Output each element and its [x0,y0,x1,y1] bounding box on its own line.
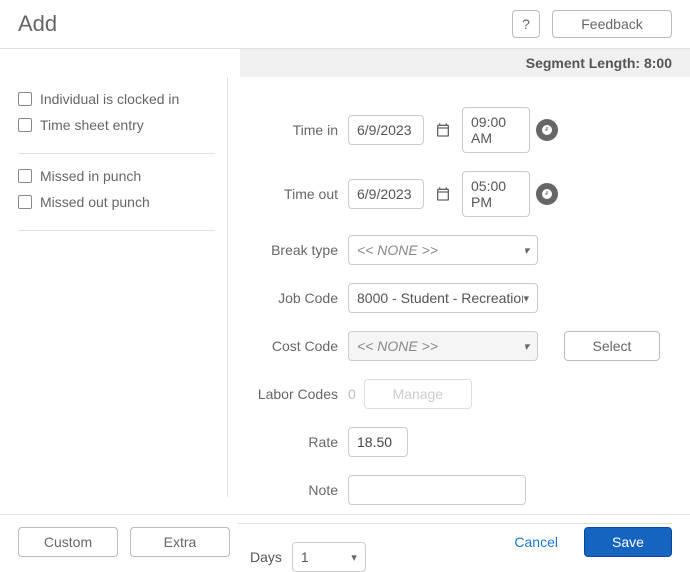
label-break-type: Break type [238,242,338,258]
clock-icon[interactable] [536,119,558,141]
checkbox-label: Missed in punch [40,168,141,184]
checkbox-label: Individual is clocked in [40,91,179,107]
cancel-link[interactable]: Cancel [514,534,558,550]
checkbox-label: Time sheet entry [40,117,144,133]
label-rate: Rate [238,434,338,450]
checkbox-row-timesheet[interactable]: Time sheet entry [18,117,215,133]
time-out-date-input[interactable]: 6/9/2023 [348,179,424,209]
feedback-button[interactable]: Feedback [552,10,672,38]
checkbox-row-missed-out[interactable]: Missed out punch [18,194,215,210]
cost-code-select[interactable]: << NONE >> ▾ [348,331,538,361]
checkbox-group-2: Missed in punch Missed out punch [18,168,215,231]
break-type-value: << NONE >> [357,242,438,258]
label-time-out: Time out [238,186,338,202]
segment-length-value: 8:00 [644,55,672,71]
chevron-down-icon: ▾ [523,244,529,257]
label-cost-code: Cost Code [238,338,338,354]
row-break-type: Break type << NONE >> ▾ [238,235,672,265]
cost-code-select-button[interactable]: Select [564,331,660,361]
checkbox-icon[interactable] [18,195,32,209]
header-bar: Add ? Feedback [0,0,690,49]
save-button[interactable]: Save [584,527,672,557]
time-out-time-input[interactable]: 05:00 PM [462,171,530,217]
break-type-select[interactable]: << NONE >> ▾ [348,235,538,265]
extra-button[interactable]: Extra [130,527,230,557]
manage-labor-codes-button[interactable]: Manage [364,379,472,409]
page-title: Add [18,11,57,37]
segment-length-bar: Segment Length: 8:00 [240,49,690,77]
row-note: Note [238,475,672,505]
checkbox-row-clocked-in[interactable]: Individual is clocked in [18,91,215,107]
left-sidebar: Individual is clocked in Time sheet entr… [18,77,228,497]
row-job-code: Job Code 8000 - Student - Recreation S ▾ [238,283,672,313]
row-cost-code: Cost Code << NONE >> ▾ Select [238,331,672,361]
footer-bar: Custom Extra Cancel Save [0,514,690,569]
checkbox-icon[interactable] [18,169,32,183]
help-button[interactable]: ? [512,10,540,38]
row-labor-codes: Labor Codes 0 Manage [238,379,672,409]
rate-input[interactable]: 18.50 [348,427,408,457]
time-in-time-input[interactable]: 09:00 AM [462,107,530,153]
cost-code-value: << NONE >> [357,338,438,354]
clock-icon[interactable] [536,183,558,205]
custom-button[interactable]: Custom [18,527,118,557]
note-input[interactable] [348,475,526,505]
time-in-date-input[interactable]: 6/9/2023 [348,115,424,145]
chevron-down-icon: ▾ [523,340,529,353]
checkbox-label: Missed out punch [40,194,150,210]
row-time-in: Time in 6/9/2023 09:00 AM [238,107,672,153]
job-code-value: 8000 - Student - Recreation S [357,290,523,306]
segment-length-label: Segment Length: [526,55,640,71]
row-time-out: Time out 6/9/2023 05:00 PM [238,171,672,217]
label-job-code: Job Code [238,290,338,306]
label-labor-codes: Labor Codes [238,386,338,402]
job-code-select[interactable]: 8000 - Student - Recreation S ▾ [348,283,538,313]
checkbox-icon[interactable] [18,118,32,132]
checkbox-row-missed-in[interactable]: Missed in punch [18,168,215,184]
label-time-in: Time in [238,122,338,138]
calendar-icon[interactable] [430,115,456,145]
checkbox-group-1: Individual is clocked in Time sheet entr… [18,91,215,154]
header-buttons: ? Feedback [512,10,672,38]
label-note: Note [238,482,338,498]
form-area: Time in 6/9/2023 09:00 AM Time out 6/9/2… [228,77,672,572]
calendar-icon[interactable] [430,179,456,209]
checkbox-icon[interactable] [18,92,32,106]
labor-codes-count: 0 [348,386,356,402]
chevron-down-icon: ▾ [523,292,529,305]
row-rate: Rate 18.50 [238,427,672,457]
